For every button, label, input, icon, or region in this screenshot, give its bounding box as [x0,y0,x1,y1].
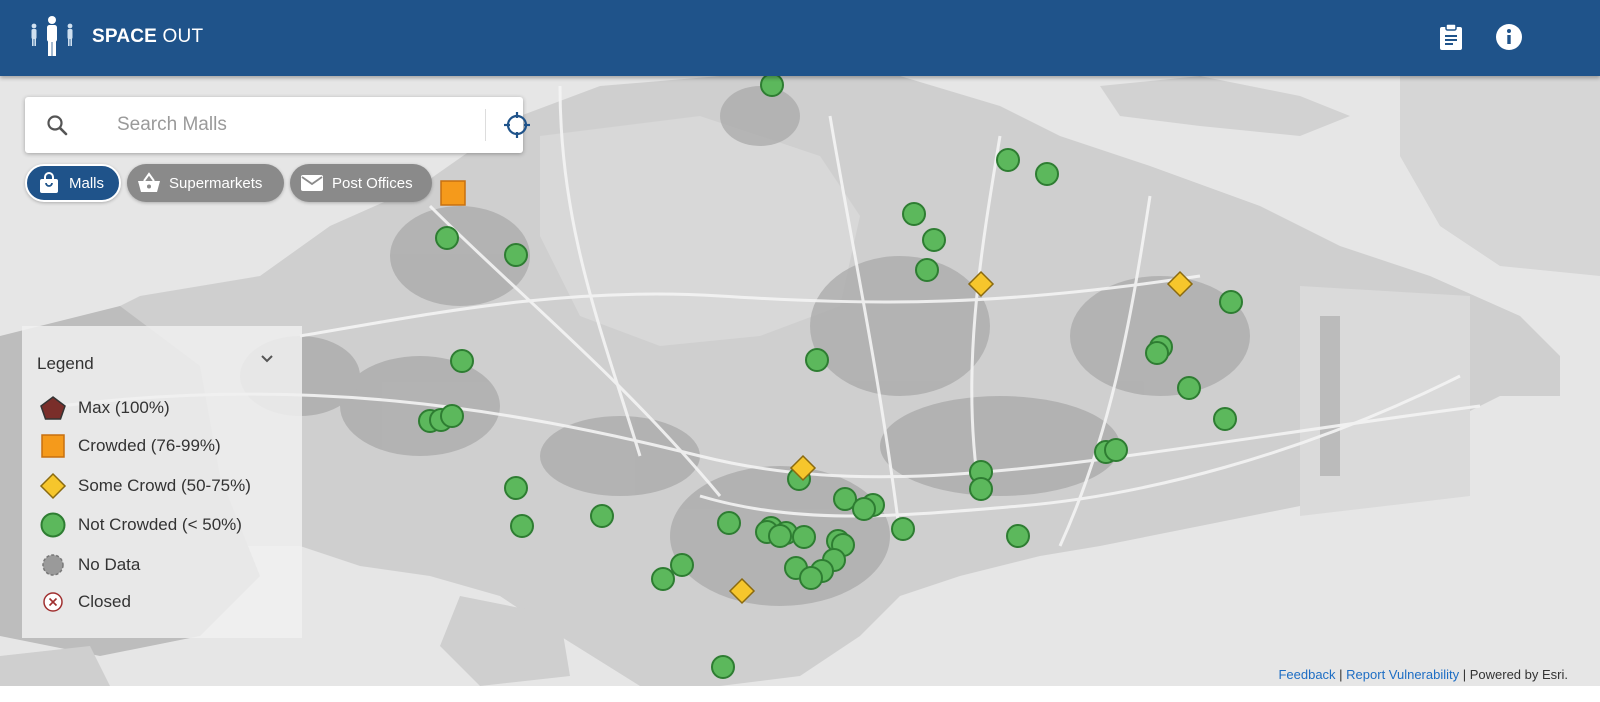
legend-title: Legend [37,354,94,373]
search-divider [485,109,486,141]
mall-marker-not-crowded[interactable] [792,525,816,549]
filter-chip-post-offices[interactable]: Post Offices [290,164,432,202]
info-icon [1496,24,1522,50]
filter-chip-label: Supermarkets [169,174,263,192]
legend-item-closed: Closed [38,588,131,616]
envelope-icon [300,171,324,195]
legend-panel: Legend Max (100%) Crowded (76-99%) Some … [22,326,302,638]
mall-marker-crowded[interactable] [440,180,466,206]
mall-marker-not-crowded[interactable] [922,228,946,252]
report-vulnerability-link[interactable]: Report Vulnerability [1346,667,1459,682]
filter-chip-supermarkets[interactable]: Supermarkets [127,164,284,202]
crosshair-icon[interactable] [501,109,533,141]
app-header: SPACE OUT [0,0,1600,76]
map-attribution: Feedback | Report Vulnerability | Powere… [0,664,1600,686]
attribution-separator: | [1335,667,1347,682]
feedback-link[interactable]: Feedback [1278,667,1335,682]
shopping-bag-icon [37,171,61,195]
grey-circle-icon [38,551,68,579]
people-logo-icon [31,16,73,56]
app-title: SPACE OUT [92,26,204,47]
mall-marker-not-crowded[interactable] [902,202,926,226]
diamond-icon [38,472,68,500]
mall-marker-not-crowded[interactable] [435,226,459,250]
pentagon-icon [38,394,68,422]
legend-item-crowded: Crowded (76-99%) [38,432,221,460]
mall-marker-not-crowded[interactable] [996,148,1020,172]
clipboard-icon [1440,23,1462,50]
mall-marker-not-crowded[interactable] [805,348,829,372]
legend-item-no-data: No Data [38,551,140,579]
mall-marker-not-crowded[interactable] [504,243,528,267]
mall-marker-not-crowded[interactable] [1213,407,1237,431]
search-bar [25,97,530,153]
mall-marker-not-crowded[interactable] [651,567,675,591]
mall-marker-not-crowded[interactable] [799,566,823,590]
square-icon [38,432,68,460]
mall-marker-not-crowded[interactable] [768,524,792,548]
search-input[interactable] [117,111,467,139]
legend-item-max: Max (100%) [38,394,170,422]
info-button[interactable] [1494,22,1524,52]
powered-by-text: | Powered by Esri. [1459,667,1568,682]
basket-icon [137,171,161,195]
clipboard-button[interactable] [1436,22,1466,52]
filter-chip-malls[interactable]: Malls [25,164,121,202]
mall-marker-not-crowded[interactable] [1035,162,1059,186]
mall-marker-not-crowded[interactable] [510,514,534,538]
search-icon [47,115,68,136]
mall-marker-not-crowded[interactable] [670,553,694,577]
mall-marker-not-crowded[interactable] [1219,290,1243,314]
legend-item-some-crowd: Some Crowd (50-75%) [38,472,251,500]
mall-marker-not-crowded[interactable] [1177,376,1201,400]
chevron-down-icon[interactable] [258,350,276,368]
legend-label: Crowded (76-99%) [78,436,221,455]
mall-marker-not-crowded[interactable] [1145,341,1169,365]
filter-chip-label: Malls [69,174,105,192]
legend-label: Closed [78,592,131,611]
mall-marker-not-crowded[interactable] [1104,438,1128,462]
mall-marker-not-crowded[interactable] [717,511,741,535]
mall-marker-not-crowded[interactable] [504,476,528,500]
closed-x-icon [38,588,68,616]
mall-marker-not-crowded[interactable] [891,517,915,541]
green-circle-icon [38,511,68,539]
legend-item-not-crowded: Not Crowded (< 50%) [38,511,242,539]
mall-marker-not-crowded[interactable] [590,504,614,528]
legend-label: No Data [78,555,141,574]
legend-label: Not Crowded (< 50%) [78,515,242,534]
legend-label: Some Crowd (50-75%) [78,476,251,495]
mall-marker-not-crowded[interactable] [440,404,464,428]
mall-marker-not-crowded[interactable] [1006,524,1030,548]
filter-chip-label: Post Offices [332,174,413,192]
footer-strip [0,686,1600,702]
legend-label: Max (100%) [78,398,170,417]
mall-marker-not-crowded[interactable] [969,477,993,501]
mall-marker-not-crowded[interactable] [450,349,474,373]
mall-marker-not-crowded[interactable] [760,73,784,97]
mall-marker-not-crowded[interactable] [852,497,876,521]
mall-marker-not-crowded[interactable] [915,258,939,282]
